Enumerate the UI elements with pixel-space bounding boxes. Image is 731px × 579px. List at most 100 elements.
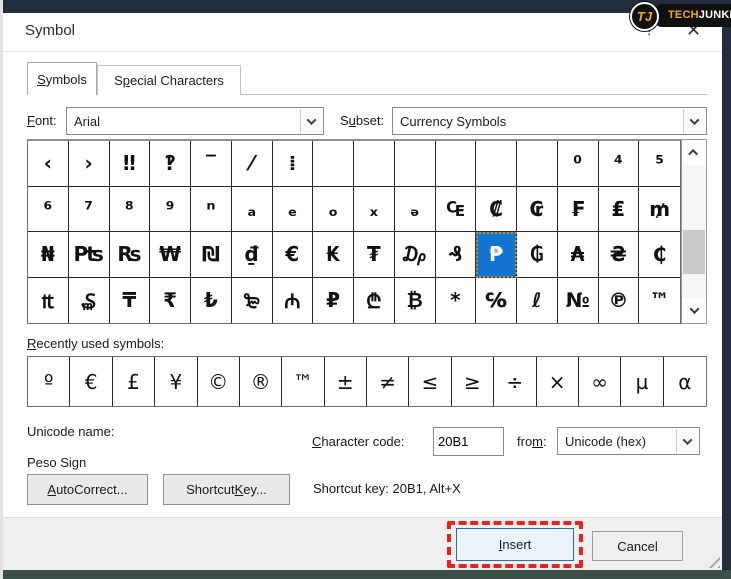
symbol-cell[interactable] [354,141,395,187]
symbol-cell[interactable]: № [558,278,599,324]
symbol-cell[interactable]: ₻ [232,278,273,324]
from-combo-arrow[interactable] [676,429,698,453]
symbol-cell[interactable]: ₲ [517,232,558,278]
symbol-cell[interactable] [476,141,517,187]
symbol-cell[interactable]: ™ [639,278,680,324]
subset-label: Subset: [340,113,384,128]
symbol-cell[interactable]: ₐ [232,187,273,233]
symbol-cell[interactable]: ₠ [436,187,477,233]
symbol-cell[interactable]: ₰ [436,232,477,278]
symbol-cell[interactable]: α [664,357,706,406]
symbol-cell[interactable] [436,141,477,187]
symbol-cell[interactable]: ⁄ [232,141,273,187]
symbol-cell[interactable]: ₑ [273,187,314,233]
symbol-cell[interactable]: ₪ [191,232,232,278]
symbol-cell[interactable]: ₦ [28,232,69,278]
scrollbar-down-button[interactable] [682,298,706,323]
symbol-cell[interactable]: ₵ [639,232,680,278]
symbol-cell[interactable]: ₿ [395,278,436,324]
symbol-cell[interactable]: ⁶ [28,187,69,233]
symbol-cell[interactable]: ≥ [452,357,494,406]
symbol-cell[interactable]: ₯ [395,232,436,278]
symbol-cell[interactable]: ™ [282,357,324,406]
symbol-cell[interactable]: ≠ [367,357,409,406]
symbol-cell[interactable]: ⁴ [599,141,640,187]
symbol-cell[interactable]: ℗ [599,278,640,324]
symbol-cell[interactable]: ₩ [150,232,191,278]
symbol-cell[interactable]: ₒ [313,187,354,233]
symbol-cell[interactable]: ₴ [599,232,640,278]
symbol-cell[interactable]: ₸ [110,278,151,324]
symbol-cell[interactable]: ∞ [579,357,621,406]
insert-button[interactable]: Insert [456,528,574,561]
symbol-cell[interactable]: ⁸ [110,187,151,233]
autocorrect-button[interactable]: AutoCorrect... [27,474,148,505]
symbol-cell[interactable]: ‾ [191,141,232,187]
shortcut-key-button[interactable]: Shortcut Key... [163,474,290,505]
symbol-cell-selected[interactable]: ₱ [476,232,517,278]
symbol-cell[interactable]: © [198,357,240,406]
font-combobox[interactable]: Arial [66,107,324,135]
symbol-cell[interactable]: ⁿ [191,187,232,233]
symbol-cell[interactable]: ₺ [191,278,232,324]
tab-symbols[interactable]: Symbols [27,62,97,95]
symbol-cell[interactable]: ₧ [69,232,110,278]
symbol-cell[interactable]: ÷ [494,357,536,406]
tab-special-characters[interactable]: Special Characters [97,65,241,95]
symbol-cell[interactable]: € [70,357,112,406]
symbol-cell[interactable]: ⁹ [150,187,191,233]
symbol-cell[interactable]: ¥ [155,357,197,406]
symbol-cell[interactable]: › [69,141,110,187]
subset-combo-arrow[interactable] [683,109,705,133]
symbol-cell[interactable]: ₳ [558,232,599,278]
symbol-cell[interactable]: ℓ [517,278,558,324]
symbol-cell[interactable]: ⁵ [639,141,680,187]
symbol-cell[interactable]: ₡ [476,187,517,233]
symbol-cell[interactable] [313,141,354,187]
symbol-cell[interactable]: ₫ [232,232,273,278]
symbol-cell[interactable]: × [537,357,579,406]
scrollbar-thumb[interactable] [683,230,705,274]
from-combobox[interactable]: Unicode (hex) [557,427,700,455]
symbol-cell[interactable]: ⁞ [273,141,314,187]
symbol-cell[interactable]: ₮ [354,232,395,278]
symbol-cell[interactable] [517,141,558,187]
grid-scrollbar[interactable] [681,139,707,324]
symbol-cell[interactable]: ± [325,357,367,406]
symbol-cell[interactable]: ₔ [395,187,436,233]
symbol-cell[interactable]: ₥ [639,187,680,233]
symbol-cell[interactable]: ⁰ [558,141,599,187]
symbol-cell[interactable]: * [436,278,477,324]
symbol-cell[interactable]: € [273,232,314,278]
symbol-cell[interactable]: ⁷ [69,187,110,233]
symbol-cell[interactable]: º [28,357,70,406]
symbol-cell[interactable] [395,141,436,187]
symbol-cell[interactable]: ₢ [517,187,558,233]
symbol-cell[interactable]: ₷ [69,278,110,324]
symbol-cell[interactable]: µ [621,357,663,406]
symbol-cell[interactable]: ≤ [409,357,451,406]
scrollbar-up-button[interactable] [682,140,706,165]
subset-combobox[interactable]: Currency Symbols [392,107,707,135]
symbol-cell[interactable]: ‽ [150,141,191,187]
symbol-cell[interactable]: ₭ [313,232,354,278]
symbol-cell[interactable]: ₾ [354,278,395,324]
character-code-label: Character code: [312,434,405,449]
symbol-cell[interactable]: ₹ [150,278,191,324]
symbol-cell[interactable]: ₤ [599,187,640,233]
symbol-cell[interactable]: ‹ [28,141,69,187]
symbol-cell[interactable]: ® [240,357,282,406]
symbol-cell[interactable]: ₣ [558,187,599,233]
unicode-name-value: Peso Sign [27,455,86,470]
symbol-cell[interactable]: ₽ [313,278,354,324]
cancel-button[interactable]: Cancel [592,531,683,561]
symbol-cell[interactable]: ℅ [476,278,517,324]
symbol-cell[interactable]: ₓ [354,187,395,233]
symbol-cell[interactable]: £ [113,357,155,406]
symbol-cell[interactable]: ₶ [28,278,69,324]
font-combo-arrow[interactable] [300,109,322,133]
symbol-cell[interactable]: ₨ [110,232,151,278]
symbol-cell[interactable]: ₼ [273,278,314,324]
character-code-input[interactable] [433,427,504,456]
symbol-cell[interactable]: ‼ [110,141,151,187]
